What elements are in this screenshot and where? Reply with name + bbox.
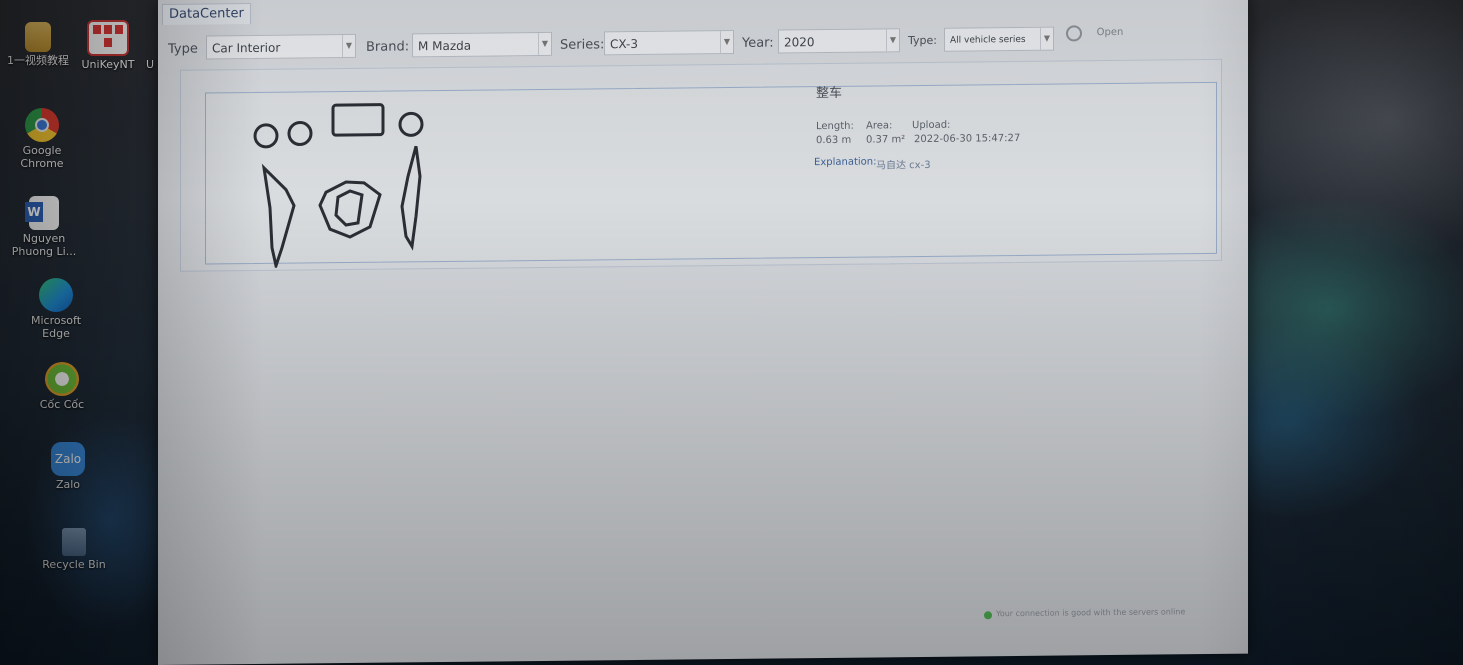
vehicle-type-select[interactable]: All vehicle series ▼ — [944, 26, 1054, 52]
series-label: Series: — [560, 37, 605, 53]
brand-select-value: M Mazda — [418, 38, 472, 54]
status-text: Your connection is good with the servers… — [996, 607, 1186, 619]
vehicle-type-label: Type: — [908, 33, 937, 48]
chevron-down-icon: ▼ — [886, 29, 899, 52]
screen-shape — [331, 103, 385, 137]
year-label: Year: — [742, 35, 774, 51]
vehicle-type-select-value: All vehicle series — [950, 34, 1026, 46]
desktop-icon-label: Chrome — [20, 157, 64, 170]
open-button[interactable]: Open — [1090, 23, 1130, 43]
desktop-icon-label: UniKeyNT — [81, 58, 135, 71]
brand-select[interactable]: M Mazda ▼ — [412, 31, 552, 58]
area-label: Area: — [866, 120, 893, 132]
desktop-icon-edge[interactable]: Microsoft Edge — [18, 278, 94, 340]
desktop-icon-coccoc[interactable]: Cốc Cốc — [24, 362, 100, 411]
area-value: 0.37 m² — [866, 134, 906, 146]
desktop-icon-label: Google — [22, 144, 62, 157]
desktop-icon-word-document[interactable]: W Nguyen Phuong Li... — [6, 196, 82, 258]
chrome-icon — [25, 108, 59, 142]
upload-label: Upload: — [912, 119, 951, 132]
datacenter-window: DataCenter Type Car Interior ▼ Brand: M … — [158, 0, 1248, 665]
zalo-icon: Zalo — [51, 442, 85, 476]
chevron-down-icon: ▼ — [720, 30, 733, 54]
door-trim-shape — [261, 163, 296, 269]
connection-status-icon — [984, 611, 992, 620]
coccoc-icon — [45, 362, 79, 396]
brand-label: Brand: — [366, 39, 410, 55]
vent-ring-shape — [398, 111, 424, 137]
desktop-icon-label: Microsoft — [30, 314, 82, 327]
vent-ring-shape — [253, 123, 279, 149]
type-select[interactable]: Car Interior ▼ — [206, 33, 356, 60]
length-label: Length: — [816, 120, 854, 133]
result-card[interactable]: 整车 Length: Area: Upload: 0.63 m 0.37 m² … — [205, 81, 1217, 269]
unikey-icon — [87, 20, 129, 56]
desktop-icon-partial[interactable]: U — [140, 58, 160, 71]
chevron-down-icon: ▼ — [1040, 27, 1053, 50]
desktop-icon-recycle-bin[interactable]: Recycle Bin — [36, 528, 112, 571]
tab-datacenter[interactable]: DataCenter — [162, 3, 251, 25]
word-document-icon: W — [25, 196, 59, 230]
desktop-icon-label: U — [145, 58, 155, 71]
chevron-down-icon: ▼ — [342, 34, 355, 58]
desktop-icon-label: Cốc Cốc — [39, 398, 85, 411]
result-title: 整车 — [816, 85, 843, 102]
desktop-icon-label: Nguyen — [22, 232, 66, 245]
desktop-icon-label: Edge — [42, 327, 70, 340]
desktop-icon-unikey[interactable]: UniKeyNT — [70, 20, 146, 71]
vent-ring-shape — [287, 121, 313, 147]
explanation-value: 马自达 cx-3 — [876, 159, 931, 172]
year-select[interactable]: 2020 ▼ — [778, 28, 900, 54]
door-trim-shape — [400, 145, 422, 251]
upload-value: 2022-06-30 15:47:27 — [914, 132, 1021, 146]
chevron-down-icon: ▼ — [538, 32, 551, 56]
edge-icon — [39, 278, 73, 312]
desktop-icon-label: Zalo — [55, 478, 81, 491]
explanation-label: Explanation: — [814, 156, 877, 169]
console-inner-shape — [334, 189, 364, 227]
series-select[interactable]: CX-3 ▼ — [604, 29, 734, 56]
desktop-icon-zalo[interactable]: Zalo Zalo — [30, 442, 106, 491]
desktop-icon-video-tutorials[interactable]: 1一视频教程 — [0, 22, 76, 67]
results-panel: 整车 Length: Area: Upload: 0.63 m 0.37 m² … — [180, 58, 1222, 272]
desktop-icon-label: Recycle Bin — [42, 558, 106, 571]
year-select-value: 2020 — [784, 35, 815, 50]
length-value: 0.63 m — [816, 134, 852, 147]
type-label: Type — [168, 41, 198, 57]
desktop-icon-chrome[interactable]: Google Chrome — [4, 108, 80, 170]
series-select-value: CX-3 — [610, 36, 638, 52]
refresh-icon[interactable] — [1066, 25, 1082, 42]
recycle-bin-icon — [62, 528, 86, 556]
folder-icon — [25, 22, 51, 52]
type-select-value: Car Interior — [212, 40, 281, 56]
filter-toolbar: Type Car Interior ▼ Brand: M Mazda ▼ Ser… — [158, 19, 1248, 66]
desktop-icon-label: 1一视频教程 — [7, 54, 69, 67]
desktop-icon-label: Phuong Li... — [11, 245, 77, 258]
pattern-preview-image — [253, 103, 424, 269]
